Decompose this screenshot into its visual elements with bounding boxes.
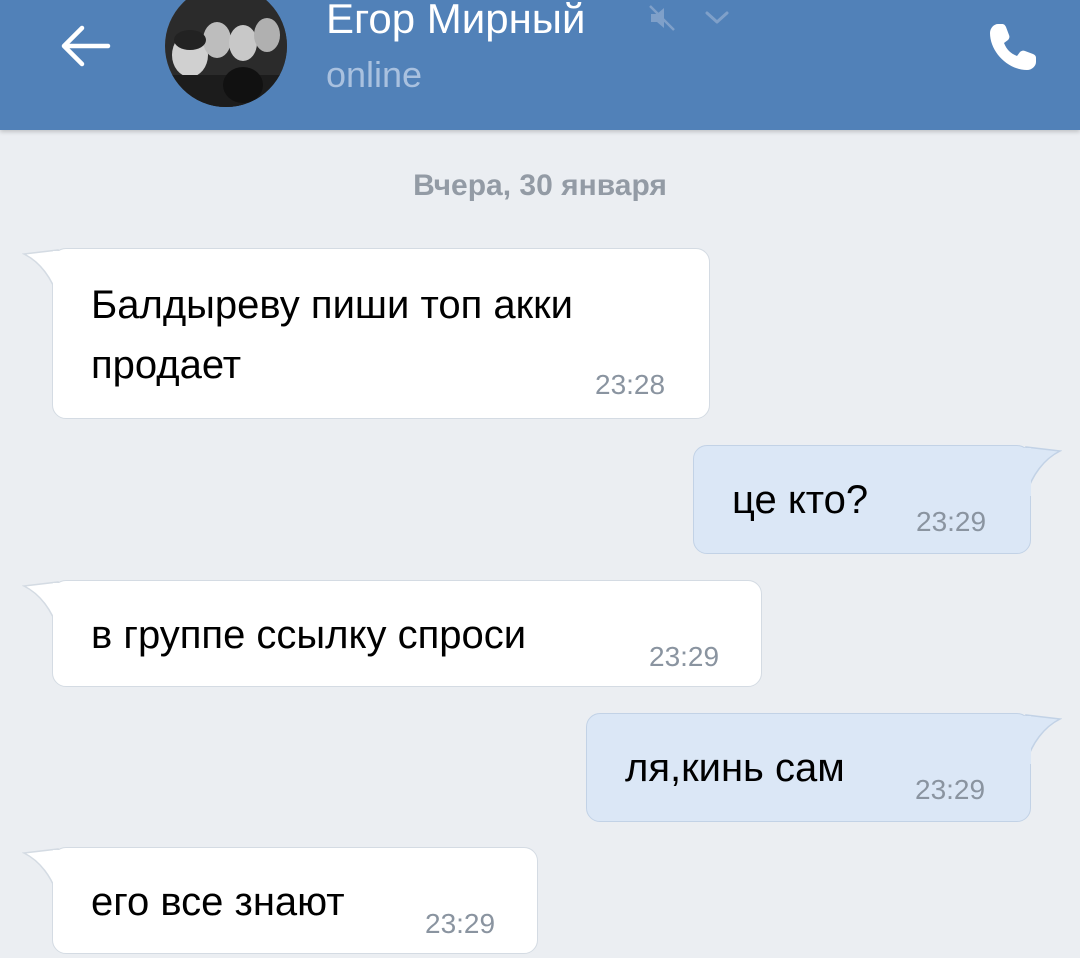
message-time: 23:29 (916, 506, 987, 537)
bubble-tail (1022, 714, 1062, 764)
message-text: продает (91, 343, 242, 387)
muted-speaker-icon (649, 5, 675, 31)
message-bubble-outgoing[interactable]: ля,кинь сам 23:29 (586, 713, 1031, 822)
message-text: ля,кинь сам (625, 746, 845, 790)
message-text: в группе ссылку спроси (91, 613, 527, 657)
bubble-tail (22, 581, 62, 631)
message-bubble-incoming[interactable]: в группе ссылку спроси 23:29 (52, 580, 762, 687)
back-button[interactable] (50, 14, 122, 78)
message-time: 23:29 (425, 908, 496, 939)
chat-screen: Егор Мирный online Вчера, 30 января Балд… (0, 0, 1080, 958)
bubble-tail (22, 249, 62, 299)
arrow-left-icon (61, 25, 111, 67)
chevron-down-icon[interactable] (702, 8, 732, 28)
message-text: Балдыреву пиши топ акки (91, 283, 573, 327)
avatar[interactable] (165, 0, 287, 107)
message-bubble-outgoing[interactable]: це кто? 23:29 (693, 445, 1031, 554)
date-divider: Вчера, 30 января (413, 169, 667, 202)
message-text: це кто? (732, 478, 869, 522)
message-bubble-incoming[interactable]: его все знают 23:29 (52, 847, 538, 954)
chat-header: Егор Мирный online (0, 0, 1080, 130)
contact-status: online (326, 54, 423, 95)
message-time: 23:29 (915, 774, 986, 805)
message-time: 23:29 (649, 641, 720, 672)
bubble-tail (22, 848, 62, 898)
avatar-photo (165, 0, 287, 107)
message-bubble-incoming[interactable]: Балдыреву пиши топ акки продает 23:28 (52, 248, 710, 419)
bubble-tail (1022, 446, 1062, 496)
message-time: 23:28 (595, 369, 666, 400)
call-button[interactable] (980, 16, 1044, 80)
message-text: его все знают (91, 880, 345, 924)
contact-name[interactable]: Егор Мирный (326, 0, 585, 44)
phone-icon (990, 24, 1036, 70)
